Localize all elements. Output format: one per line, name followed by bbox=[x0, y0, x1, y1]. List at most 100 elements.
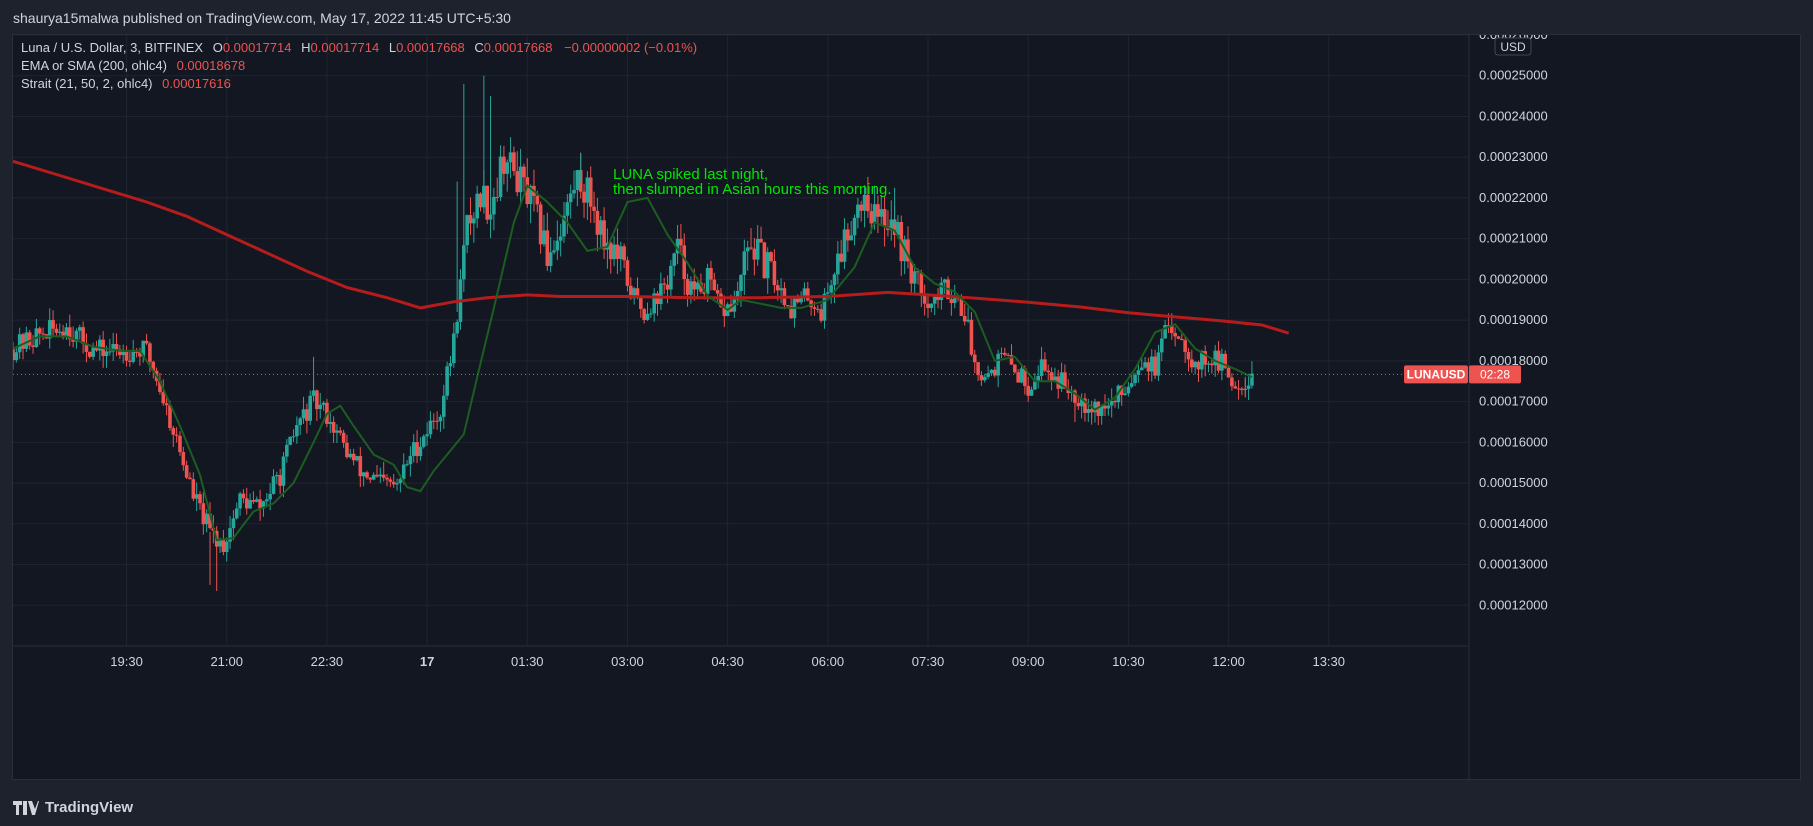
candle-body bbox=[645, 313, 650, 320]
candle-body bbox=[108, 351, 112, 353]
candle-body bbox=[1103, 405, 1107, 409]
candle-body bbox=[128, 360, 132, 362]
brand-label: TradingView bbox=[45, 799, 134, 816]
candle-body bbox=[1076, 402, 1081, 407]
candle-body bbox=[996, 353, 1000, 376]
candle-body bbox=[592, 206, 596, 211]
candle-body bbox=[772, 261, 777, 286]
candle-body bbox=[328, 421, 333, 424]
candle-body bbox=[254, 499, 259, 502]
candle-body bbox=[1173, 332, 1177, 337]
candle-body bbox=[538, 204, 543, 245]
candle-body bbox=[305, 409, 309, 421]
candle-body bbox=[812, 307, 817, 309]
legend-open-label: O bbox=[213, 40, 223, 55]
candle-body bbox=[912, 271, 917, 284]
candle-body bbox=[218, 540, 222, 547]
candle-body bbox=[178, 435, 182, 453]
candle-body bbox=[361, 472, 366, 477]
candle-body bbox=[1016, 372, 1020, 383]
annotation-line-2: then slumped in Asian hours this morning… bbox=[613, 181, 892, 198]
candle-body bbox=[1196, 361, 1201, 370]
candle-body bbox=[41, 333, 45, 335]
candle-body bbox=[742, 251, 747, 276]
candle-body bbox=[291, 436, 296, 438]
candle-body bbox=[281, 456, 286, 486]
candle-body bbox=[572, 189, 576, 194]
candle-body bbox=[13, 348, 15, 361]
y-tick-label: 0.00012000 bbox=[1479, 597, 1548, 612]
candle-body bbox=[27, 332, 32, 346]
price-chart[interactable]: 0.00012000 0.00013000 0.00014000 0.00015000… bbox=[13, 35, 1802, 781]
candle-body bbox=[495, 196, 500, 198]
candle-body bbox=[745, 247, 750, 252]
candle-body bbox=[355, 456, 359, 461]
candle-body bbox=[1129, 383, 1134, 387]
candle-body bbox=[919, 272, 924, 296]
y-tick-label: 0.00023000 bbox=[1479, 149, 1548, 164]
tradingview-brand[interactable]: TradingView bbox=[13, 799, 133, 816]
candle-body bbox=[472, 218, 476, 224]
candle-body bbox=[595, 210, 600, 235]
x-tick-label: 09:00 bbox=[1012, 654, 1045, 669]
candle-body bbox=[131, 351, 136, 362]
candle-body bbox=[315, 390, 319, 410]
candle-body bbox=[244, 498, 249, 509]
candle-body bbox=[659, 283, 663, 305]
candle-body bbox=[618, 246, 623, 259]
candle-body bbox=[194, 494, 199, 499]
candle-body bbox=[1049, 372, 1054, 381]
candle-body bbox=[805, 288, 810, 301]
candle-body bbox=[51, 320, 55, 329]
price-tag: LUNAUSD 02:28 bbox=[1404, 365, 1521, 384]
strait-value: 0.00017616 bbox=[162, 76, 231, 91]
candle-body bbox=[438, 416, 443, 422]
candle-body bbox=[318, 404, 323, 410]
y-tick-label: 0.00022000 bbox=[1479, 190, 1548, 205]
candle-body bbox=[662, 283, 666, 285]
candle-body bbox=[639, 297, 643, 309]
candle-body bbox=[542, 230, 546, 245]
candle-body bbox=[982, 376, 987, 381]
candle-body bbox=[665, 284, 670, 290]
candle-body bbox=[365, 472, 369, 478]
candle-body bbox=[1143, 362, 1147, 368]
legend-symbol: Luna / U.S. Dollar, 3, BITFINEX bbox=[21, 40, 203, 55]
price-axis: 0.00012000 0.00013000 0.00014000 0.00015000… bbox=[1479, 35, 1548, 612]
candle-body bbox=[1236, 388, 1241, 390]
candle-body bbox=[435, 420, 439, 422]
candle-body bbox=[475, 193, 479, 219]
candle-body bbox=[224, 541, 229, 553]
candle-body bbox=[929, 303, 934, 309]
candle-body bbox=[308, 395, 313, 421]
candle-body bbox=[762, 242, 767, 279]
candle-body bbox=[395, 483, 399, 485]
candle-body bbox=[184, 465, 189, 478]
currency-button[interactable]: USD bbox=[1494, 37, 1532, 56]
candle-body bbox=[642, 308, 646, 320]
candle-body bbox=[615, 244, 620, 259]
y-tick-label: 0.00013000 bbox=[1479, 557, 1548, 572]
candle-body bbox=[775, 285, 780, 291]
candle-body bbox=[575, 170, 580, 190]
candle-body bbox=[986, 373, 990, 377]
candle-body bbox=[1183, 340, 1187, 352]
candle-body bbox=[712, 279, 717, 291]
ema-label: EMA or SMA (200, ohlc4) bbox=[21, 58, 167, 73]
candle-body bbox=[692, 281, 697, 290]
candle-body bbox=[351, 453, 356, 461]
candle-body bbox=[121, 351, 126, 356]
candle-body bbox=[408, 455, 413, 465]
candle-body bbox=[715, 290, 720, 294]
legend: Luna / U.S. Dollar, 3, BITFINEX O 0.00017… bbox=[21, 40, 697, 91]
candle-body bbox=[418, 446, 423, 457]
candle-body bbox=[922, 295, 927, 304]
candle-body bbox=[752, 248, 757, 260]
candle-body bbox=[238, 493, 242, 509]
candle-body bbox=[1029, 389, 1034, 396]
chart-panel[interactable]: 0.00012000 0.00013000 0.00014000 0.00015000… bbox=[12, 34, 1802, 781]
candle-body bbox=[795, 298, 800, 303]
candle-body bbox=[555, 240, 560, 251]
candle-body bbox=[341, 432, 346, 443]
candle-body bbox=[1149, 356, 1154, 372]
